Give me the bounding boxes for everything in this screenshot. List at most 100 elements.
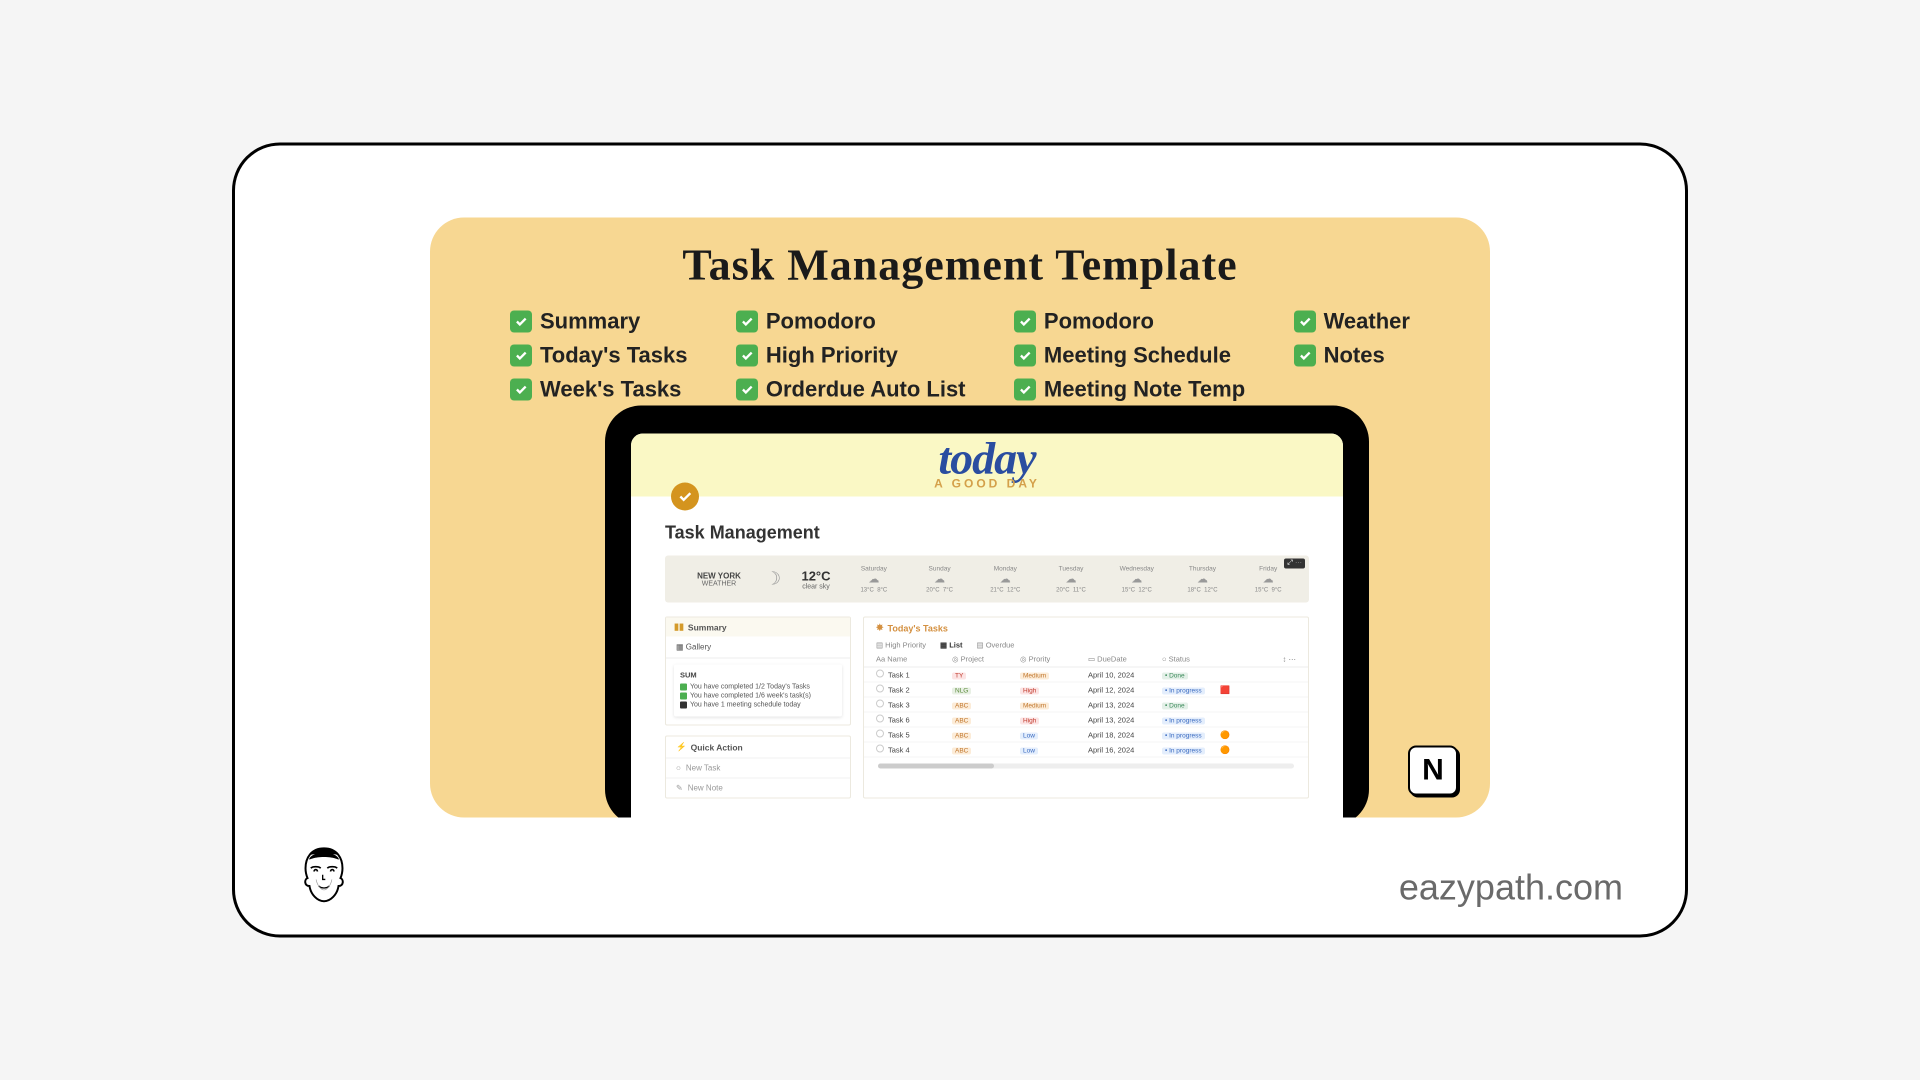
checkbox-icon <box>1294 345 1316 367</box>
sum-text: You have 1 meeting schedule today <box>690 702 801 709</box>
forecast-day: Sunday☁20°C 7°C <box>907 565 973 593</box>
page-title: Task Management Template <box>430 240 1490 291</box>
feature-item: Weather <box>1294 309 1410 335</box>
forecast-day: Friday☁15°C 9°C <box>1235 565 1301 593</box>
tab-list[interactable]: ▦ List <box>940 641 963 650</box>
feature-grid: Summary Today's Tasks Week's Tasks Pomodor… <box>430 291 1490 403</box>
tasks-panel: ✸ Today's Tasks ▤ High Priority ▦ List ▤ … <box>863 617 1309 799</box>
feature-item: Today's Tasks <box>510 343 687 369</box>
feature-col-4: Weather Notes <box>1294 309 1410 403</box>
checkbox-icon <box>510 311 532 333</box>
forecast-day: Tuesday☁20°C 11°C <box>1038 565 1104 593</box>
tab-high-priority[interactable]: ▤ High Priority <box>876 641 926 650</box>
sum-line: You have completed 1/2 Today's Tasks <box>680 684 836 691</box>
promo-card: Task Management Template Summary Today's … <box>430 218 1490 818</box>
sum-line: You have completed 1/6 week's task(s) <box>680 693 836 700</box>
checkbox-icon <box>1014 311 1036 333</box>
feature-item: Meeting Note Temp <box>1014 377 1245 403</box>
table-row[interactable]: Task 6ABCHighApril 13, 2024• In progress <box>864 713 1308 728</box>
table-head: Aa Name ◎ Project ◎ Prority ▭ DueDate ○ … <box>864 652 1308 668</box>
table-row[interactable]: Task 2NLGHighApril 12, 2024• In progress… <box>864 683 1308 698</box>
feature-label: Pomodoro <box>766 309 876 335</box>
table-body: Task 1TYMediumApril 10, 2024• DoneTask 2… <box>864 668 1308 758</box>
banner-subtitle: A GOOD DAY <box>631 477 1343 491</box>
table-row[interactable]: Task 5ABCLowApril 18, 2024• In progress🟠 <box>864 728 1308 743</box>
feature-label: Meeting Schedule <box>1044 343 1231 369</box>
feature-item: Summary <box>510 309 687 335</box>
table-row[interactable]: Task 3ABCMediumApril 13, 2024• Done <box>864 698 1308 713</box>
feature-label: High Priority <box>766 343 898 369</box>
checkbox-icon <box>736 379 758 401</box>
summary-icon: ▮▮ <box>674 622 684 633</box>
summary-card: SUM You have completed 1/2 Today's Tasks… <box>674 665 842 717</box>
feature-col-2: Pomodoro High Priority Orderdue Auto List <box>736 309 966 403</box>
notion-logo-icon: N <box>1408 746 1458 796</box>
feature-label: Meeting Note Temp <box>1044 377 1245 403</box>
banner-script: today <box>631 434 1343 479</box>
avatar-icon <box>291 839 357 905</box>
feature-item: Week's Tasks <box>510 377 687 403</box>
forecast-day: Monday☁21°C 12°C <box>972 565 1038 593</box>
tab-overdue[interactable]: ▤ Overdue <box>977 641 1015 650</box>
sun-icon: ✸ <box>876 623 884 634</box>
table-row[interactable]: Task 1TYMediumApril 10, 2024• Done <box>864 668 1308 683</box>
city-sub: WEATHER <box>702 580 736 587</box>
feature-item: Notes <box>1294 343 1410 369</box>
col-priority: Prority <box>1029 655 1051 664</box>
feature-item: Pomodoro <box>736 309 966 335</box>
widget-menu-icon[interactable]: ⤢ ⋯ <box>1284 559 1305 569</box>
moon-icon: ☽ <box>765 569 791 590</box>
feature-item: Meeting Schedule <box>1014 343 1245 369</box>
summary-panel: ▮▮ Summary ▦ Gallery SUM You have complet… <box>665 617 851 726</box>
sum-card-title: SUM <box>680 671 836 680</box>
weather-city: NEW YORK WEATHER <box>673 571 765 587</box>
feature-label: Pomodoro <box>1044 309 1154 335</box>
checkbox-icon <box>1014 345 1036 367</box>
section-title: Task Management <box>665 523 1309 544</box>
feature-label: Orderdue Auto List <box>766 377 966 403</box>
checkbox-icon <box>510 379 532 401</box>
checkbox-icon <box>736 311 758 333</box>
tablet-screen: today A GOOD DAY Task Management ⤢ ⋯ NEW… <box>631 434 1343 818</box>
col-extra: ↕ ⋯ <box>1220 655 1302 664</box>
feature-item: High Priority <box>736 343 966 369</box>
summary-title: Summary <box>688 622 727 632</box>
col-date: DueDate <box>1097 655 1127 664</box>
summary-header: ▮▮ Summary <box>666 618 850 637</box>
forecast-row: Saturday☁13°C 8°CSunday☁20°C 7°CMonday☁2… <box>841 565 1301 593</box>
col-status: Status <box>1169 655 1190 664</box>
feature-item: Orderdue Auto List <box>736 377 966 403</box>
new-task-label: New Task <box>686 764 721 773</box>
tasks-title: Today's Tasks <box>888 623 948 633</box>
bullet-icon <box>680 702 687 709</box>
note-icon: ✎ <box>676 784 683 793</box>
tab-label: High Priority <box>885 641 926 650</box>
sum-line: You have 1 meeting schedule today <box>680 702 836 709</box>
feature-label: Notes <box>1324 343 1385 369</box>
quick-action-panel: ⚡ Quick Action ○New Task ✎ New Note <box>665 736 851 799</box>
feature-item: Pomodoro <box>1014 309 1245 335</box>
gallery-tab[interactable]: ▦ Gallery <box>666 637 850 659</box>
feature-label: Weather <box>1324 309 1410 335</box>
checkbox-icon <box>510 345 532 367</box>
weather-temp: 12°C clear sky <box>791 568 841 590</box>
quick-header: ⚡ Quick Action <box>666 737 850 758</box>
feature-label: Week's Tasks <box>540 377 681 403</box>
app-content: Task Management ⤢ ⋯ NEW YORK WEATHER ☽ 1… <box>631 497 1343 799</box>
table-row[interactable]: Task 4ABCLowApril 16, 2024• In progress🟠 <box>864 743 1308 758</box>
new-note-button[interactable]: ✎ New Note <box>666 778 850 798</box>
city-name: NEW YORK <box>673 571 765 580</box>
gallery-label: Gallery <box>686 643 711 652</box>
quick-title: Quick Action <box>691 742 743 752</box>
scroll-indicator[interactable] <box>878 764 1294 769</box>
slide-frame: Task Management Template Summary Today's … <box>232 143 1688 938</box>
feature-label: Today's Tasks <box>540 343 687 369</box>
new-task-button[interactable]: ○New Task <box>666 758 850 778</box>
temp-value: 12°C <box>791 568 841 583</box>
checkbox-icon <box>1294 311 1316 333</box>
tasks-tabs: ▤ High Priority ▦ List ▤ Overdue <box>864 639 1308 652</box>
notion-letter: N <box>1422 754 1444 788</box>
tab-label: List <box>949 641 962 650</box>
bolt-icon: ⚡ <box>676 742 687 753</box>
new-note-label: New Note <box>688 784 723 793</box>
